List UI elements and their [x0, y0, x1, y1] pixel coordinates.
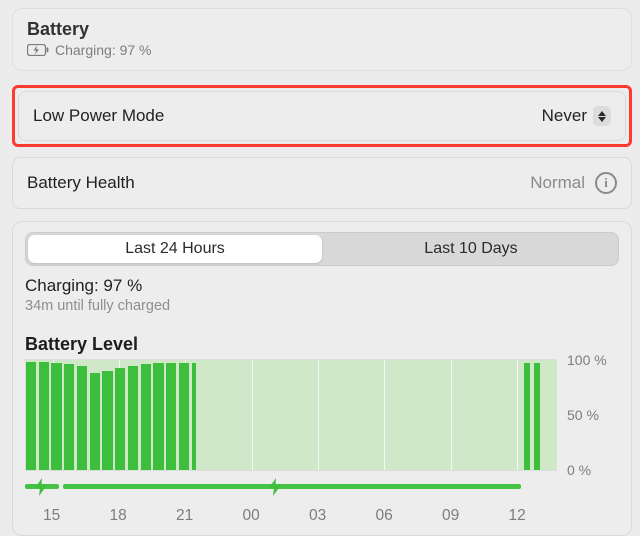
low-power-mode-value: Never: [542, 106, 587, 126]
chart-bar: [534, 363, 540, 470]
battery-health-value: Normal: [530, 173, 585, 193]
low-power-mode-row[interactable]: Low Power Mode Never: [18, 91, 626, 141]
x-tick: 15: [43, 507, 60, 525]
low-power-mode-highlight: Low Power Mode Never: [12, 85, 632, 147]
low-power-mode-select[interactable]: Never: [542, 106, 611, 126]
battery-health-label: Battery Health: [27, 173, 135, 193]
chart-title: Battery Level: [25, 334, 619, 355]
chart-bar: [115, 368, 125, 470]
low-power-mode-label: Low Power Mode: [33, 106, 164, 126]
x-tick: 12: [508, 507, 525, 525]
battery-health-right: Normal i: [530, 172, 617, 194]
page-title: Battery: [27, 19, 617, 40]
chart-bar: [77, 366, 87, 471]
battery-health-row[interactable]: Battery Health Normal i: [12, 157, 632, 209]
x-tick: 21: [176, 507, 193, 525]
chart-bar: [39, 362, 49, 470]
chart-bar: [90, 373, 100, 470]
chart-bar: [64, 364, 74, 470]
charging-summary: Charging: 97 %: [25, 276, 619, 296]
chart-bar: [179, 363, 189, 470]
chart-bar: [141, 364, 151, 470]
chart-bar: [26, 362, 36, 470]
chart-bar: [153, 363, 163, 470]
y-tick-50: 50 %: [567, 407, 599, 423]
chart-bar: [192, 363, 196, 470]
battery-level-chart: 100 % 50 % 0 %: [25, 359, 619, 471]
y-tick-100: 100 %: [567, 352, 607, 368]
chart-y-axis: 100 % 50 % 0 %: [557, 359, 619, 471]
chevron-up-down-icon[interactable]: [593, 106, 611, 126]
charging-track: [25, 481, 557, 491]
bolt-icon: [31, 477, 51, 497]
time-range-segmented[interactable]: Last 24 Hours Last 10 Days: [25, 232, 619, 266]
battery-charging-icon: [27, 44, 49, 56]
info-icon[interactable]: i: [595, 172, 617, 194]
x-tick: 09: [442, 507, 459, 525]
tab-last-24-hours[interactable]: Last 24 Hours: [28, 235, 322, 263]
battery-header-card: Battery Charging: 97 %: [12, 8, 632, 71]
chart-plot-area: [25, 359, 557, 471]
battery-graph-card: Last 24 Hours Last 10 Days Charging: 97 …: [12, 221, 632, 536]
charging-indicator-row: [25, 475, 619, 497]
chart-bar: [166, 363, 176, 470]
x-tick: 03: [309, 507, 326, 525]
chart-bar: [524, 363, 530, 470]
x-tick: 00: [242, 507, 259, 525]
bolt-icon: [265, 477, 285, 497]
chart-x-axis: 15 18 21 00 03 06 09 12: [25, 507, 619, 535]
tab-last-10-days[interactable]: Last 10 Days: [324, 233, 618, 265]
x-tick: 06: [375, 507, 392, 525]
battery-status: Charging: 97 %: [27, 42, 617, 58]
chart-bar: [102, 371, 112, 470]
x-tick: 18: [109, 507, 126, 525]
charging-eta: 34m until fully charged: [25, 298, 619, 314]
battery-status-text: Charging: 97 %: [55, 42, 152, 58]
chart-bar: [128, 366, 138, 471]
chart-bar: [51, 363, 61, 470]
